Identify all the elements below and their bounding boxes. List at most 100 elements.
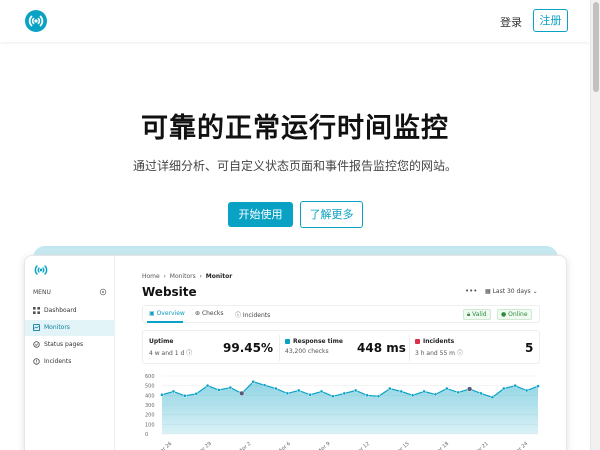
data-point[interactable] bbox=[365, 393, 369, 398]
data-point[interactable] bbox=[160, 393, 164, 397]
incident-point[interactable] bbox=[466, 386, 473, 392]
breadcrumb-current: Monitor bbox=[205, 273, 233, 280]
x-tick-label: Apr 9 bbox=[317, 441, 331, 450]
x-tick-label: Apr 2 bbox=[238, 441, 252, 450]
monitor-icon bbox=[33, 324, 40, 331]
logo-icon[interactable] bbox=[24, 9, 48, 33]
y-tick-label: 100 bbox=[145, 422, 155, 428]
y-tick-label: 0 bbox=[145, 432, 148, 438]
data-point[interactable] bbox=[205, 383, 210, 388]
stat-divider bbox=[409, 335, 410, 361]
tab-overview[interactable]: ▣ Overview bbox=[149, 310, 185, 317]
breadcrumb-monitors[interactable]: Monitors bbox=[170, 273, 196, 280]
more-options-icon[interactable]: ••• bbox=[465, 287, 477, 295]
data-point[interactable] bbox=[353, 388, 358, 393]
data-point[interactable] bbox=[444, 386, 449, 391]
data-point[interactable] bbox=[285, 391, 290, 396]
chevron-down-icon: ⌄ bbox=[530, 288, 538, 295]
data-point[interactable] bbox=[331, 394, 335, 399]
response-time-value: 448 ms bbox=[357, 341, 406, 355]
x-tick-label: Apr 15 bbox=[394, 441, 411, 450]
data-point[interactable] bbox=[513, 383, 518, 388]
sidebar-item-monitors[interactable]: Monitors bbox=[25, 320, 115, 336]
scrollbar-thumb[interactable] bbox=[593, 2, 599, 92]
sidebar-item-incidents[interactable]: Incidents bbox=[25, 354, 115, 370]
data-point[interactable] bbox=[433, 392, 438, 397]
info-icon[interactable]: ⓘ bbox=[186, 350, 192, 357]
x-tick-label: Mar 26 bbox=[156, 441, 173, 450]
data-point[interactable] bbox=[399, 389, 404, 394]
breadcrumb: Home › Monitors › Monitor bbox=[142, 273, 232, 280]
data-point[interactable] bbox=[501, 386, 506, 391]
page-scrollbar[interactable] bbox=[590, 0, 600, 450]
data-point[interactable] bbox=[376, 394, 381, 399]
tab-checks[interactable]: ⊛ Checks bbox=[195, 310, 224, 317]
data-point[interactable] bbox=[171, 389, 176, 394]
incident-swatch bbox=[415, 339, 420, 344]
stat-divider bbox=[279, 335, 280, 361]
data-point[interactable] bbox=[479, 391, 483, 396]
info-icon[interactable]: ⓘ bbox=[457, 350, 463, 357]
data-point[interactable] bbox=[228, 385, 233, 390]
x-tick-label: Mar 29 bbox=[196, 441, 213, 450]
y-tick-label: 200 bbox=[145, 413, 155, 419]
data-point[interactable] bbox=[182, 393, 187, 398]
data-point[interactable] bbox=[536, 384, 540, 388]
tab-incidents[interactable]: ⓘ Incidents bbox=[235, 310, 270, 319]
data-point[interactable] bbox=[422, 389, 426, 394]
incident-point[interactable] bbox=[239, 390, 245, 397]
stats-panel: Uptime 4 w and 1 d ⓘ 99.45% Response tim… bbox=[142, 330, 540, 364]
data-point[interactable] bbox=[342, 391, 347, 396]
data-point[interactable] bbox=[456, 390, 461, 395]
get-started-button[interactable]: 开始使用 bbox=[228, 202, 293, 227]
hero-subtitle: 通过详细分析、可自定义状态页面和事件报告监控您的网站。 bbox=[132, 159, 457, 173]
data-point[interactable] bbox=[296, 388, 301, 393]
data-point[interactable] bbox=[262, 383, 267, 388]
data-point[interactable] bbox=[410, 393, 415, 398]
data-point[interactable] bbox=[524, 388, 529, 393]
incidents-value: 5 bbox=[525, 341, 534, 355]
learn-more-button[interactable]: 了解更多 bbox=[300, 201, 363, 228]
data-point[interactable] bbox=[194, 392, 199, 396]
data-point[interactable] bbox=[319, 389, 324, 394]
dashboard-preview: MENU Dashboard Monitors Status pages Inc… bbox=[24, 255, 567, 450]
data-point[interactable] bbox=[308, 393, 312, 397]
valid-badge: 🔒︎ Valid bbox=[463, 309, 491, 320]
tab-label: Incidents bbox=[242, 312, 271, 319]
data-point[interactable] bbox=[490, 395, 495, 400]
page-title: Website bbox=[142, 285, 197, 299]
data-point[interactable] bbox=[388, 386, 392, 391]
preview-sidebar: MENU Dashboard Monitors Status pages Inc… bbox=[25, 256, 115, 450]
grid-icon bbox=[33, 307, 40, 314]
y-tick-label: 500 bbox=[145, 384, 155, 390]
date-range-select[interactable]: ▦ Last 30 days ⌄ bbox=[485, 288, 538, 295]
sidebar-item-dashboard[interactable]: Dashboard bbox=[25, 303, 115, 319]
alert-icon bbox=[33, 358, 40, 365]
x-tick-label: Apr 6 bbox=[278, 441, 292, 450]
x-tick-label: Apr 18 bbox=[434, 441, 451, 450]
data-point[interactable] bbox=[274, 386, 278, 391]
x-tick-label: Apr 21 bbox=[473, 441, 490, 450]
incidents-duration: 3 h and 55 m ⓘ bbox=[415, 350, 463, 357]
checks-icon: ⊛ bbox=[195, 310, 202, 317]
y-tick-label: 600 bbox=[145, 374, 155, 380]
online-badge: ● Online bbox=[497, 309, 532, 320]
tab-label: Checks bbox=[201, 310, 224, 317]
breadcrumb-home[interactable]: Home bbox=[142, 273, 160, 280]
logo-icon bbox=[34, 265, 48, 275]
tab-label: Overview bbox=[156, 310, 185, 317]
sidebar-item-label: Status pages bbox=[44, 341, 84, 348]
data-point[interactable] bbox=[217, 388, 221, 392]
chevron-right-icon: › bbox=[161, 273, 168, 280]
y-tick-label: 400 bbox=[145, 393, 155, 399]
sidebar-item-label: Monitors bbox=[44, 324, 70, 331]
gear-icon[interactable] bbox=[99, 288, 107, 296]
register-button[interactable]: 注册 bbox=[533, 9, 568, 32]
sidebar-item-status-pages[interactable]: Status pages bbox=[25, 337, 115, 353]
login-link[interactable]: 登录 bbox=[500, 14, 522, 30]
sidebar-item-label: Incidents bbox=[44, 358, 72, 365]
x-tick-label: Apr 24 bbox=[513, 441, 530, 450]
response-time-label: Response time bbox=[285, 338, 343, 345]
data-point[interactable] bbox=[251, 379, 256, 384]
active-tab-indicator bbox=[147, 321, 183, 323]
